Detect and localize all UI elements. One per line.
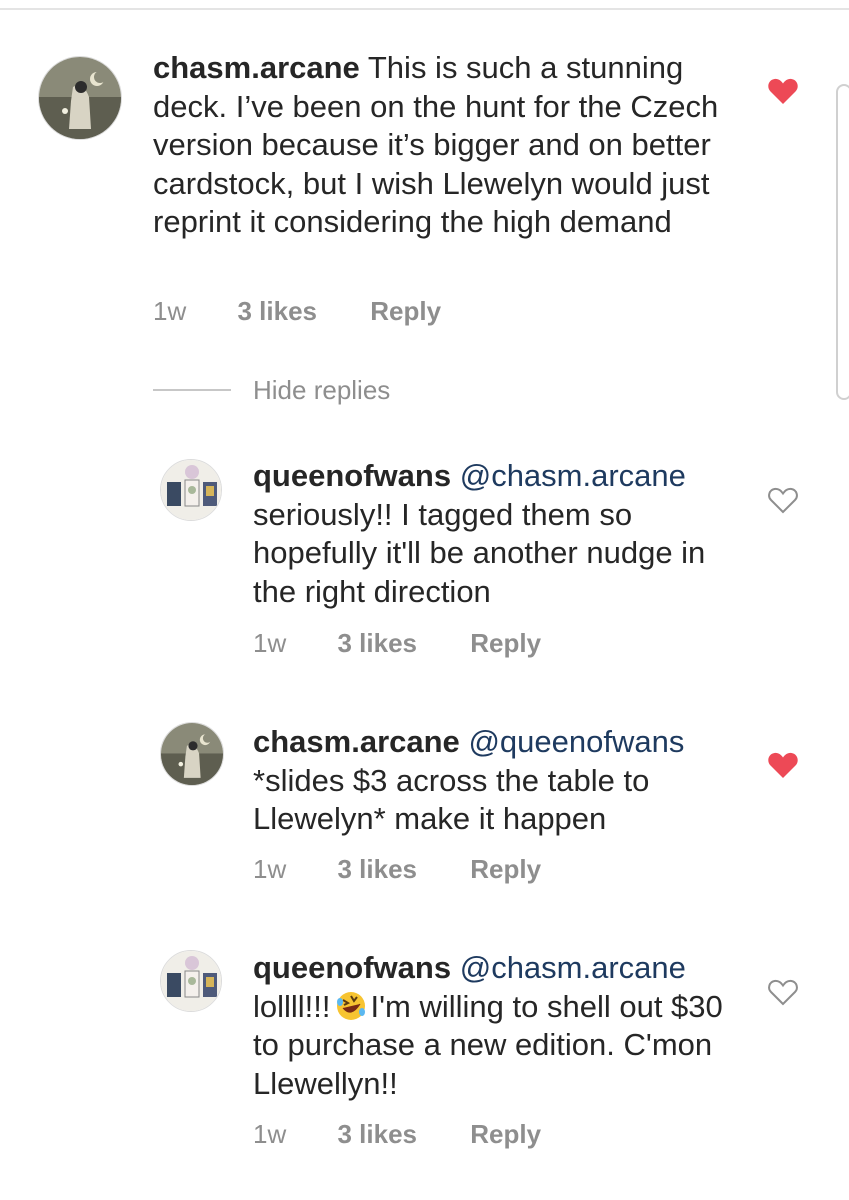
comment-body: *slides $3 across the table to Llewelyn*… — [253, 762, 650, 837]
comment-likes[interactable]: 3 likes — [337, 628, 417, 659]
comment-meta: 1w 3 likes Reply — [253, 628, 541, 659]
comment-time: 1w — [153, 296, 187, 326]
comment-time: 1w — [253, 854, 287, 884]
avatar-queenofwans[interactable] — [160, 950, 222, 1012]
comment-likes[interactable]: 3 likes — [337, 854, 417, 885]
avatar-image — [39, 57, 121, 139]
comment-mention[interactable]: @chasm.arcane — [460, 458, 686, 493]
comment-time: 1w — [253, 1119, 287, 1149]
heart-outline-icon[interactable] — [767, 977, 799, 1007]
comment-username[interactable]: chasm.arcane — [253, 724, 460, 759]
avatar-chasm-arcane[interactable] — [38, 56, 122, 140]
top-divider — [0, 0, 849, 10]
comment-text: chasm.arcane This is such a stunning dec… — [153, 49, 753, 242]
avatar-chasm-arcane[interactable] — [160, 722, 224, 786]
avatar-image — [161, 460, 221, 520]
comment-username[interactable]: queenofwans — [253, 950, 451, 985]
avatar-image — [161, 951, 221, 1011]
comment-username[interactable]: chasm.arcane — [153, 50, 360, 85]
comment-mention[interactable]: @chasm.arcane — [460, 950, 686, 985]
heart-liked-icon[interactable] — [767, 76, 799, 106]
comment-text: queenofwans @chasm.arcane lollll!!! I'm … — [253, 949, 748, 1103]
comment-username[interactable]: queenofwans — [253, 458, 451, 493]
rolling-on-floor-laughing-emoji-icon — [336, 991, 365, 1020]
comment-likes[interactable]: 3 likes — [337, 1119, 417, 1150]
comment-meta: 1w 3 likes Reply — [153, 296, 441, 327]
comment-body: seriously!! I tagged them so hopefully i… — [253, 496, 706, 609]
heart-outline-icon[interactable] — [767, 485, 799, 515]
comment-meta: 1w 3 likes Reply — [253, 854, 541, 885]
comment-text: queenofwans @chasm.arcane seriously!! I … — [253, 457, 748, 611]
reply-button[interactable]: Reply — [470, 854, 541, 885]
comment-mention[interactable]: @queenofwans — [468, 724, 684, 759]
avatar-queenofwans[interactable] — [160, 459, 222, 521]
comment-meta: 1w 3 likes Reply — [253, 1119, 541, 1150]
comment-likes[interactable]: 3 likes — [237, 296, 317, 327]
reply-button[interactable]: Reply — [470, 628, 541, 659]
hide-replies-button[interactable]: Hide replies — [253, 375, 390, 406]
comment-body-start: lollll!!! — [253, 988, 331, 1024]
reply-button[interactable]: Reply — [470, 1119, 541, 1150]
comment-text: chasm.arcane @queenofwans *slides $3 acr… — [253, 723, 748, 839]
reply-button[interactable]: Reply — [370, 296, 441, 327]
scrollbar[interactable] — [836, 84, 849, 400]
avatar-image — [161, 723, 223, 785]
heart-liked-icon[interactable] — [767, 750, 799, 780]
comment-time: 1w — [253, 628, 287, 658]
hide-replies-divider — [153, 389, 231, 391]
